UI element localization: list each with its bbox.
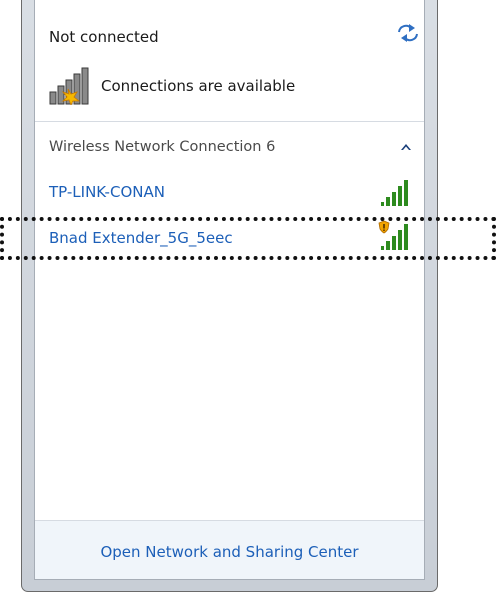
open-network-sharing-center-link[interactable]: Open Network and Sharing Center <box>35 543 424 561</box>
adapter-section-title: Wireless Network Connection 6 <box>49 139 276 155</box>
connection-status: Not connected <box>49 28 159 46</box>
wifi-signal-icon <box>381 180 408 206</box>
network-item-tp-link-conan[interactable]: TP-LINK-CONAN <box>35 172 424 214</box>
chevron-up-icon[interactable] <box>400 143 412 151</box>
divider <box>35 121 424 122</box>
network-name: TP-LINK-CONAN <box>49 183 165 201</box>
network-flyout: Not connected Connections are available … <box>34 0 425 580</box>
signal-gray-starburst-icon <box>49 67 89 105</box>
footer: Open Network and Sharing Center <box>35 520 424 579</box>
refresh-icon[interactable] <box>396 23 420 43</box>
highlight-box <box>0 217 496 260</box>
availability-text: Connections are available <box>101 77 296 95</box>
